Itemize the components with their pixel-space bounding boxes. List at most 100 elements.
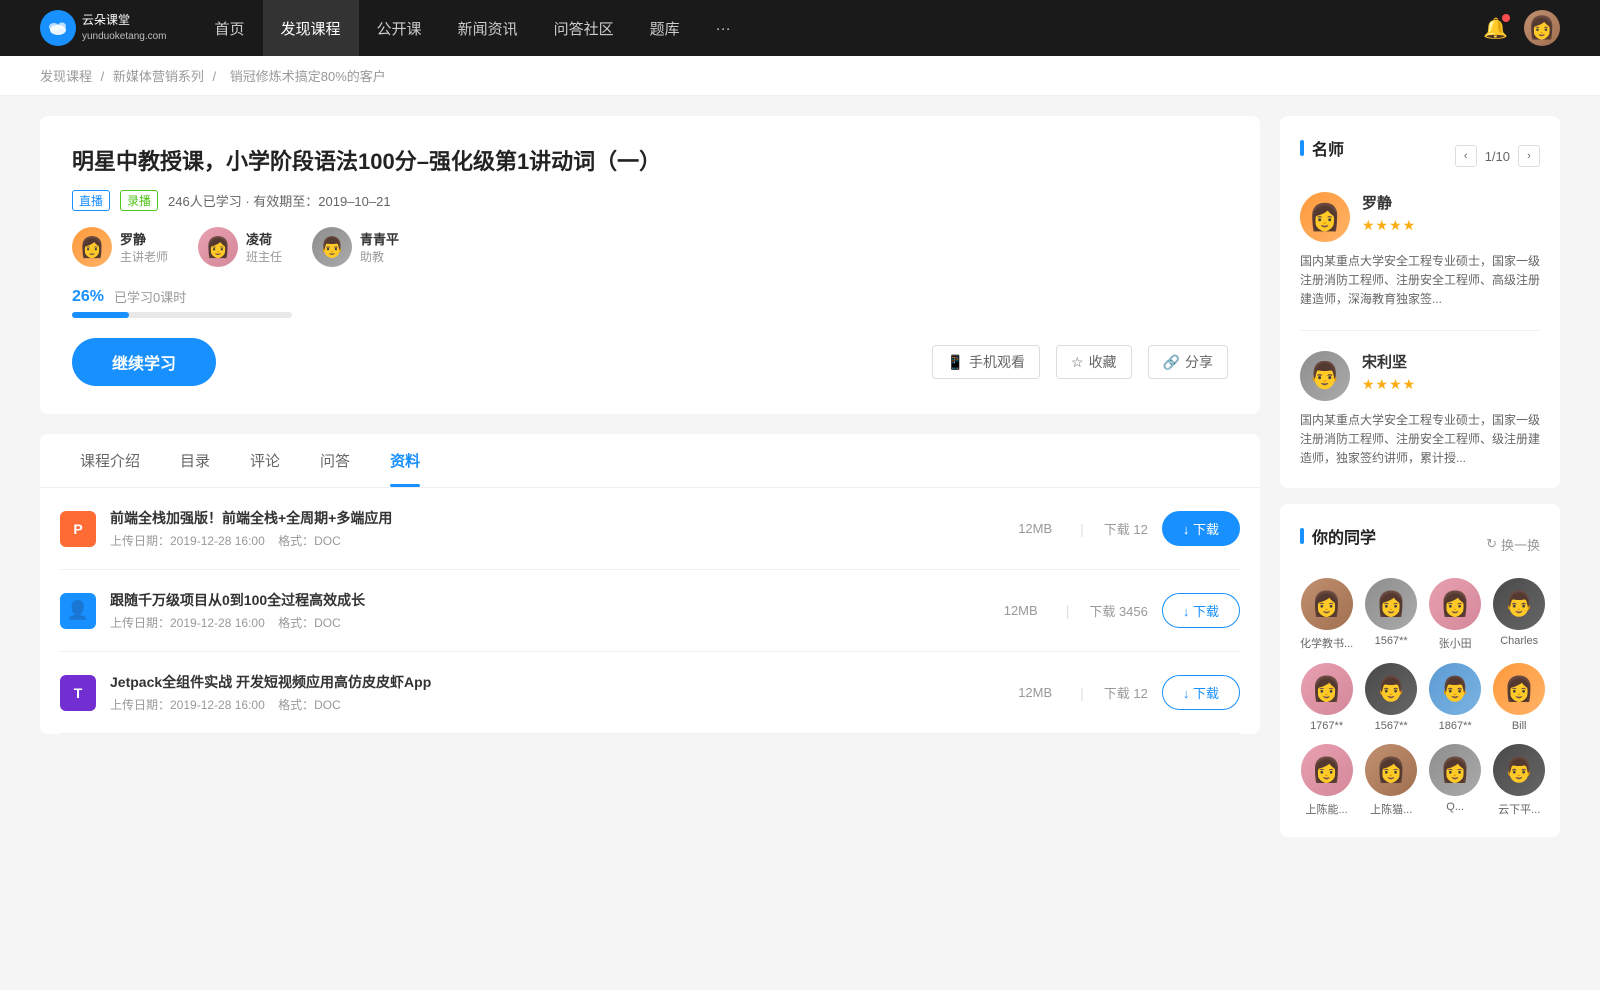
classmate-name-1: 1567** (1375, 635, 1408, 647)
classmate-6[interactable]: 👨 1867** (1429, 663, 1481, 732)
resource-dl-1: 下载 3456 (1089, 601, 1148, 620)
refresh-label: 换一换 (1501, 535, 1540, 554)
classmate-name-6: 1867** (1439, 720, 1472, 732)
classmate-name-8: 上陈能... (1306, 801, 1348, 817)
nav-quiz[interactable]: 题库 (632, 0, 698, 56)
nav-qa[interactable]: 问答社区 (536, 0, 632, 56)
resource-dl-2: 下载 12 (1104, 683, 1148, 702)
prev-page-btn[interactable]: ‹ (1455, 145, 1477, 167)
classmate-10[interactable]: 👩 Q... (1429, 744, 1481, 817)
nav-right: 🔔 👩 (1483, 10, 1560, 46)
teachers-sidebar-card: 名师 ‹ 1/10 › 👩 罗静 ★★★★ (1280, 116, 1560, 488)
teacher-0: 👩 罗静 主讲老师 (72, 227, 168, 267)
classmate-5[interactable]: 👨 1567** (1365, 663, 1417, 732)
progress-bar-bg (72, 312, 292, 318)
resource-name-2: Jetpack全组件实战 开发短视频应用高仿皮皮虾App (110, 672, 1004, 692)
next-page-btn[interactable]: › (1518, 145, 1540, 167)
resource-size-1: 12MB (1004, 603, 1038, 618)
sidebar-teacher-top-0: 👩 罗静 ★★★★ (1300, 192, 1540, 242)
resource-icon-2: T (60, 675, 96, 711)
resource-item: P 前端全栈加强版！前端全栈+全周期+多端应用 上传日期：2019-12-28 … (60, 488, 1240, 570)
resource-date-2: 上传日期：2019-12-28 16:00 (110, 698, 265, 712)
resource-info-1: 跟随千万级项目从0到100全过程高效成长 上传日期：2019-12-28 16:… (110, 590, 990, 631)
share-label: 分享 (1185, 352, 1213, 372)
classmate-name-0: 化学教书... (1300, 635, 1353, 651)
nav-discover[interactable]: 发现课程 (263, 0, 359, 56)
nav-items: 首页 发现课程 公开课 新闻资讯 问答社区 题库 ··· (197, 0, 1484, 56)
classmate-9[interactable]: 👩 上陈猫... (1365, 744, 1417, 817)
resource-date-0: 上传日期：2019-12-28 16:00 (110, 534, 265, 548)
tab-catalog[interactable]: 目录 (160, 434, 230, 487)
mobile-icon: 📱 (947, 354, 964, 371)
sidebar-teacher-top-1: 👨 宋利坚 ★★★★ (1300, 351, 1540, 401)
teachers-sidebar-title: 名师 (1300, 136, 1344, 160)
progress-text: 已学习0课时 (114, 287, 186, 306)
notification-dot (1502, 14, 1510, 22)
classmate-2[interactable]: 👩 张小田 (1429, 578, 1481, 651)
sidebar-teacher-meta-1: 宋利坚 ★★★★ (1362, 351, 1416, 393)
resource-info-2: Jetpack全组件实战 开发短视频应用高仿皮皮虾App 上传日期：2019-1… (110, 672, 1004, 713)
user-avatar[interactable]: 👩 (1524, 10, 1560, 46)
logo[interactable]: 云朵课堂yunduoketang.com (40, 10, 167, 46)
mobile-watch-button[interactable]: 📱 手机观看 (932, 345, 1040, 379)
sidebar-teacher-name-1: 宋利坚 (1362, 351, 1416, 372)
nav-home[interactable]: 首页 (197, 0, 263, 56)
course-card: 明星中教授课，小学阶段语法100分–强化级第1讲动词（一） 直播 录播 246人… (40, 116, 1260, 414)
nav-news[interactable]: 新闻资讯 (440, 0, 536, 56)
sidebar-teacher-avatar-0: 👩 (1300, 192, 1350, 242)
tabs-card: 课程介绍 目录 评论 问答 资料 P 前端全栈加强版！前端全栈+全周期+多端应用… (40, 434, 1260, 734)
refresh-classmates-btn[interactable]: ↻ 换一换 (1486, 535, 1540, 554)
teacher-info-1: 凌荷 班主任 (246, 229, 282, 265)
nav-open[interactable]: 公开课 (359, 0, 440, 56)
continue-button[interactable]: 继续学习 (72, 338, 216, 386)
resource-item: T Jetpack全组件实战 开发短视频应用高仿皮皮虾App 上传日期：2019… (60, 652, 1240, 734)
classmates-header: 你的同学 ↻ 换一换 (1300, 524, 1540, 564)
progress-section: 26% 已学习0课时 (72, 287, 1228, 318)
navbar: 云朵课堂yunduoketang.com 首页 发现课程 公开课 新闻资讯 问答… (0, 0, 1600, 56)
classmate-3[interactable]: 👨 Charles (1493, 578, 1545, 651)
classmate-0[interactable]: 👩 化学教书... (1300, 578, 1353, 651)
classmates-title: 你的同学 (1300, 524, 1376, 548)
nav-more[interactable]: ··· (698, 0, 749, 56)
classmate-avatar-2: 👩 (1429, 578, 1481, 630)
sidebar-teacher-0: 👩 罗静 ★★★★ 国内某重点大学安全工程专业硕士，国家一级注册消防工程师、注册… (1300, 192, 1540, 331)
action-buttons: 📱 手机观看 ☆ 收藏 🔗 分享 (932, 345, 1228, 379)
download-button-1[interactable]: ↓ 下载 (1162, 593, 1240, 628)
breadcrumb-series[interactable]: 新媒体营销系列 (113, 69, 204, 84)
teacher-role-1: 班主任 (246, 248, 282, 265)
download-button-0[interactable]: ↓ 下载 (1162, 511, 1240, 546)
tab-intro[interactable]: 课程介绍 (60, 434, 160, 487)
tab-comments[interactable]: 评论 (230, 434, 300, 487)
breadcrumb-current: 销冠修炼术搞定80%的客户 (230, 69, 386, 84)
teacher-name-0: 罗静 (120, 229, 168, 248)
download-button-2[interactable]: ↓ 下载 (1162, 675, 1240, 710)
classmate-8[interactable]: 👩 上陈能... (1300, 744, 1353, 817)
resource-date-1: 上传日期：2019-12-28 16:00 (110, 616, 265, 630)
classmate-1[interactable]: 👩 1567** (1365, 578, 1417, 651)
sidebar-teacher-stars-1: ★★★★ (1362, 376, 1416, 393)
classmate-name-5: 1567** (1375, 720, 1408, 732)
resource-info-0: 前端全栈加强版！前端全栈+全周期+多端应用 上传日期：2019-12-28 16… (110, 508, 1004, 549)
teacher-info-2: 青青平 助教 (360, 229, 399, 265)
progress-percent: 26% (72, 288, 104, 306)
resource-size-2: 12MB (1018, 685, 1052, 700)
resource-format-0: 格式：DOC (278, 534, 341, 548)
sidebar-teacher-desc-1: 国内某重点大学安全工程专业硕士，国家一级注册消防工程师、注册安全工程师、级注册建… (1300, 411, 1540, 469)
teacher-info-0: 罗静 主讲老师 (120, 229, 168, 265)
classmates-card: 你的同学 ↻ 换一换 👩 化学教书... 👩 1567** 👩 (1280, 504, 1560, 837)
classmate-name-10: Q... (1446, 801, 1464, 813)
teacher-1: 👩 凌荷 班主任 (198, 227, 282, 267)
tab-resources[interactable]: 资料 (370, 434, 440, 487)
classmate-4[interactable]: 👩 1767** (1300, 663, 1353, 732)
classmate-avatar-10: 👩 (1429, 744, 1481, 796)
teachers: 👩 罗静 主讲老师 👩 凌荷 班主任 (72, 227, 1228, 267)
teacher-role-2: 助教 (360, 248, 399, 265)
bell-icon[interactable]: 🔔 (1483, 16, 1508, 41)
classmate-11[interactable]: 👨 云下平... (1493, 744, 1545, 817)
favorite-button[interactable]: ☆ 收藏 (1056, 345, 1132, 379)
breadcrumb-discover[interactable]: 发现课程 (40, 69, 92, 84)
share-button[interactable]: 🔗 分享 (1148, 345, 1228, 379)
teacher-role-0: 主讲老师 (120, 248, 168, 265)
classmate-7[interactable]: 👩 Bill (1493, 663, 1545, 732)
tab-qa[interactable]: 问答 (300, 434, 370, 487)
